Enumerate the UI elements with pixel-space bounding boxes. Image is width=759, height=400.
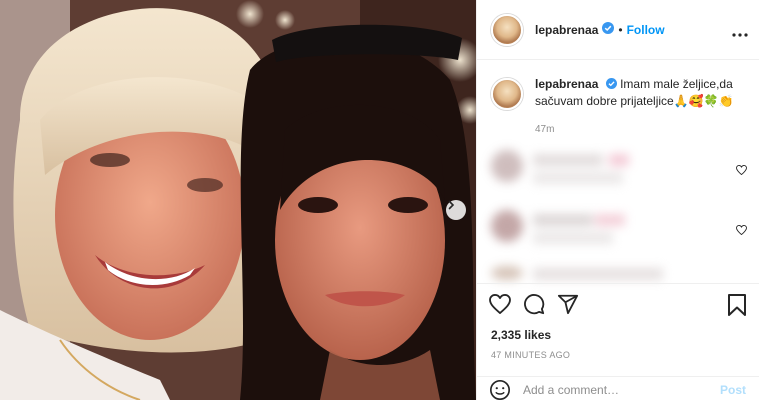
post-comment-button[interactable]: Post bbox=[720, 383, 746, 397]
follow-button[interactable]: Follow bbox=[627, 23, 665, 37]
caption-username[interactable]: lepabrenaa bbox=[535, 77, 598, 91]
comment-like-heart-icon[interactable] bbox=[736, 222, 747, 240]
heart-icon[interactable] bbox=[489, 293, 511, 314]
verified-badge-icon bbox=[602, 21, 615, 39]
chevron-right-icon bbox=[448, 200, 455, 210]
bookmark-icon[interactable] bbox=[728, 294, 746, 321]
post-photo[interactable] bbox=[0, 0, 476, 400]
smiley-icon[interactable] bbox=[489, 379, 511, 400]
comment-bar: Post bbox=[477, 376, 759, 400]
instagram-post: lepabrenaa • Follow lepabrenaa Imam male… bbox=[0, 0, 759, 400]
paper-plane-icon[interactable] bbox=[557, 293, 579, 315]
likes-count[interactable]: 2,335 likes bbox=[491, 328, 551, 342]
comment-like-heart-icon[interactable] bbox=[736, 162, 747, 180]
post-side-panel: lepabrenaa • Follow lepabrenaa Imam male… bbox=[476, 0, 759, 400]
verified-badge-icon bbox=[605, 77, 617, 93]
avatar[interactable] bbox=[491, 13, 523, 46]
header-username[interactable]: lepabrenaa bbox=[535, 23, 598, 37]
next-photo-button[interactable] bbox=[446, 200, 466, 220]
separator-dot: • bbox=[618, 22, 623, 37]
caption-text-block: lepabrenaa Imam male željice,da sačuvam … bbox=[535, 76, 735, 110]
caption: lepabrenaa Imam male željice,da sačuvam … bbox=[491, 76, 751, 110]
photo-illustration bbox=[0, 0, 476, 400]
post-header: lepabrenaa • Follow bbox=[477, 0, 759, 60]
comment-input[interactable] bbox=[523, 382, 703, 397]
post-timestamp[interactable]: 47 MINUTES AGO bbox=[491, 350, 570, 360]
caption-avatar[interactable] bbox=[491, 78, 523, 110]
more-options-icon[interactable] bbox=[732, 24, 748, 42]
comment-icon[interactable] bbox=[523, 293, 545, 315]
action-bar bbox=[477, 283, 759, 323]
caption-time[interactable]: 47m bbox=[535, 124, 554, 135]
